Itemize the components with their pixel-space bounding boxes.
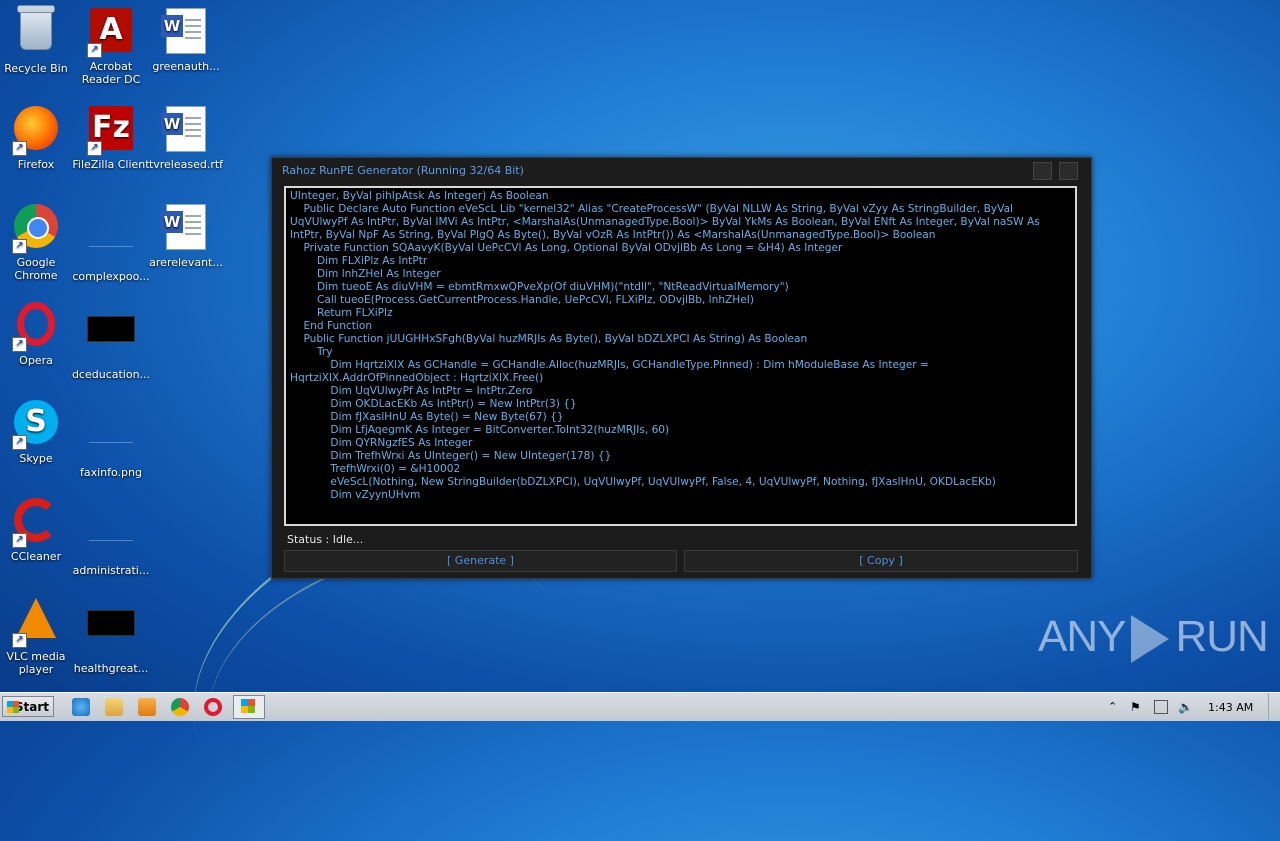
file-icon bbox=[87, 512, 135, 560]
image-file-icon bbox=[87, 316, 135, 364]
start-label: Start bbox=[14, 700, 49, 714]
desktop-icon-dceducation[interactable]: dceducation... bbox=[69, 300, 153, 381]
volume-icon[interactable]: 🔈 bbox=[1178, 700, 1193, 714]
word-doc-icon: W bbox=[161, 8, 210, 56]
file-icon bbox=[87, 414, 135, 462]
firefox-icon: ↗ bbox=[12, 106, 60, 156]
desktop-icon-administrati[interactable]: administrati... bbox=[69, 496, 153, 577]
minimize-button[interactable] bbox=[1033, 162, 1052, 180]
play-logo-icon bbox=[1131, 615, 1170, 664]
desktop-icon-vlc[interactable]: ↗ VLC media player bbox=[0, 594, 78, 676]
show-desktop-button[interactable] bbox=[1268, 693, 1280, 721]
app-icon bbox=[241, 699, 255, 713]
desktop-icon-label: Recycle Bin bbox=[4, 62, 68, 75]
desktop-icon-label: tvreleased.rtf bbox=[148, 158, 224, 171]
runpe-generator-window[interactable]: Rahoz RunPE Generator (Running 32/64 Bit… bbox=[271, 157, 1092, 579]
clock[interactable]: 1:43 AM bbox=[1208, 701, 1253, 714]
runpe-taskbar-button[interactable] bbox=[233, 695, 265, 719]
action-center-flag-icon[interactable]: ⚑ bbox=[1130, 700, 1144, 714]
desktop-icon-skype[interactable]: S ↗ Skype bbox=[0, 398, 78, 465]
code-output-textbox[interactable]: UInteger, ByVal pihIpAtsk As Integer) As… bbox=[284, 186, 1077, 526]
desktop-icon-label: Opera bbox=[19, 354, 53, 367]
skype-icon: S ↗ bbox=[12, 400, 60, 450]
opera-icon: ↗ bbox=[12, 302, 60, 352]
desktop-icon-faxinfo[interactable]: faxinfo.png bbox=[69, 398, 153, 479]
window-title: Rahoz RunPE Generator (Running 32/64 Bit… bbox=[282, 164, 524, 177]
desktop-icon-greenauth[interactable]: W greenauth... bbox=[144, 6, 228, 73]
filezilla-icon: Fz ↗ bbox=[87, 106, 135, 156]
chrome-icon: ↗ bbox=[12, 204, 60, 254]
desktop-icon-healthgreat[interactable]: healthgreat... bbox=[69, 594, 153, 675]
desktop-icon-label: greenauth... bbox=[152, 60, 220, 73]
close-button[interactable] bbox=[1059, 162, 1078, 180]
status-label: Status : Idle... bbox=[287, 533, 364, 546]
desktop-icon-label: healthgreat... bbox=[73, 662, 149, 675]
desktop-icon-arerelevant[interactable]: W arerelevant... bbox=[144, 202, 228, 269]
show-hidden-icons-icon[interactable]: ⌃ bbox=[1108, 700, 1122, 714]
recycle-bin-icon bbox=[12, 5, 60, 58]
desktop-icon-label: FileZilla Client bbox=[72, 158, 150, 171]
internet-explorer-icon[interactable] bbox=[72, 698, 90, 716]
desktop-icon-label: faxinfo.png bbox=[80, 466, 142, 479]
watermark-left: ANY bbox=[1038, 612, 1126, 661]
word-doc-icon: W bbox=[161, 106, 210, 154]
desktop-icon-label: Acrobat Reader DC bbox=[81, 60, 141, 86]
anyrun-watermark: ANY RUN bbox=[1038, 612, 1269, 664]
desktop-icon-ccleaner[interactable]: ↗ CCleaner bbox=[0, 496, 78, 563]
desktop-icon-recycle-bin[interactable]: Recycle Bin bbox=[0, 5, 78, 75]
media-player-icon[interactable] bbox=[138, 698, 156, 716]
desktop-icon-tvreleased[interactable]: W tvreleased.rtf bbox=[144, 104, 228, 171]
desktop-icon-opera[interactable]: ↗ Opera bbox=[0, 300, 78, 367]
desktop-icon-firefox[interactable]: ↗ Firefox bbox=[0, 104, 78, 171]
opera-taskbar-icon[interactable] bbox=[204, 698, 222, 716]
desktop-icon-label: Google Chrome bbox=[14, 256, 58, 282]
image-file-icon bbox=[87, 610, 135, 658]
network-icon[interactable] bbox=[1154, 700, 1168, 714]
desktop-icon-label: Skype bbox=[19, 452, 53, 465]
windows-logo-icon bbox=[7, 701, 19, 713]
code-output-text: UInteger, ByVal pihIpAtsk As Integer) As… bbox=[290, 190, 1040, 501]
desktop-icon-label: arerelevant... bbox=[149, 256, 223, 269]
chrome-taskbar-icon[interactable] bbox=[171, 698, 189, 716]
vlc-icon: ↗ bbox=[12, 598, 60, 648]
file-icon bbox=[87, 218, 135, 266]
word-doc-icon: W bbox=[161, 204, 210, 252]
desktop-icon-label: VLC media player bbox=[6, 650, 66, 676]
desktop-icon-complexpoo[interactable]: complexpoo... bbox=[69, 202, 153, 283]
desktop-icon-filezilla[interactable]: Fz ↗ FileZilla Client bbox=[69, 104, 153, 171]
watermark-right: RUN bbox=[1175, 612, 1268, 661]
start-button[interactable]: Start bbox=[2, 696, 54, 717]
acrobat-icon: A ↗ bbox=[87, 8, 135, 58]
taskbar: Start ⌃ ⚑ 🔈 1:43 AM bbox=[0, 692, 1280, 721]
desktop-icon-label: administrati... bbox=[72, 564, 150, 577]
desktop-icon-chrome[interactable]: ↗ Google Chrome bbox=[0, 202, 78, 282]
generate-button[interactable]: [ Generate ] bbox=[284, 550, 677, 572]
desktop-icon-acrobat[interactable]: A ↗ Acrobat Reader DC bbox=[69, 6, 153, 86]
desktop-icon-label: CCleaner bbox=[10, 550, 62, 563]
file-explorer-icon[interactable] bbox=[105, 698, 123, 716]
desktop-icon-label: Firefox bbox=[17, 158, 55, 171]
ccleaner-icon: ↗ bbox=[12, 498, 60, 548]
desktop-icon-label: complexpoo... bbox=[72, 270, 150, 283]
desktop-icon-label: dceducation... bbox=[71, 368, 151, 381]
copy-button[interactable]: [ Copy ] bbox=[684, 550, 1078, 572]
